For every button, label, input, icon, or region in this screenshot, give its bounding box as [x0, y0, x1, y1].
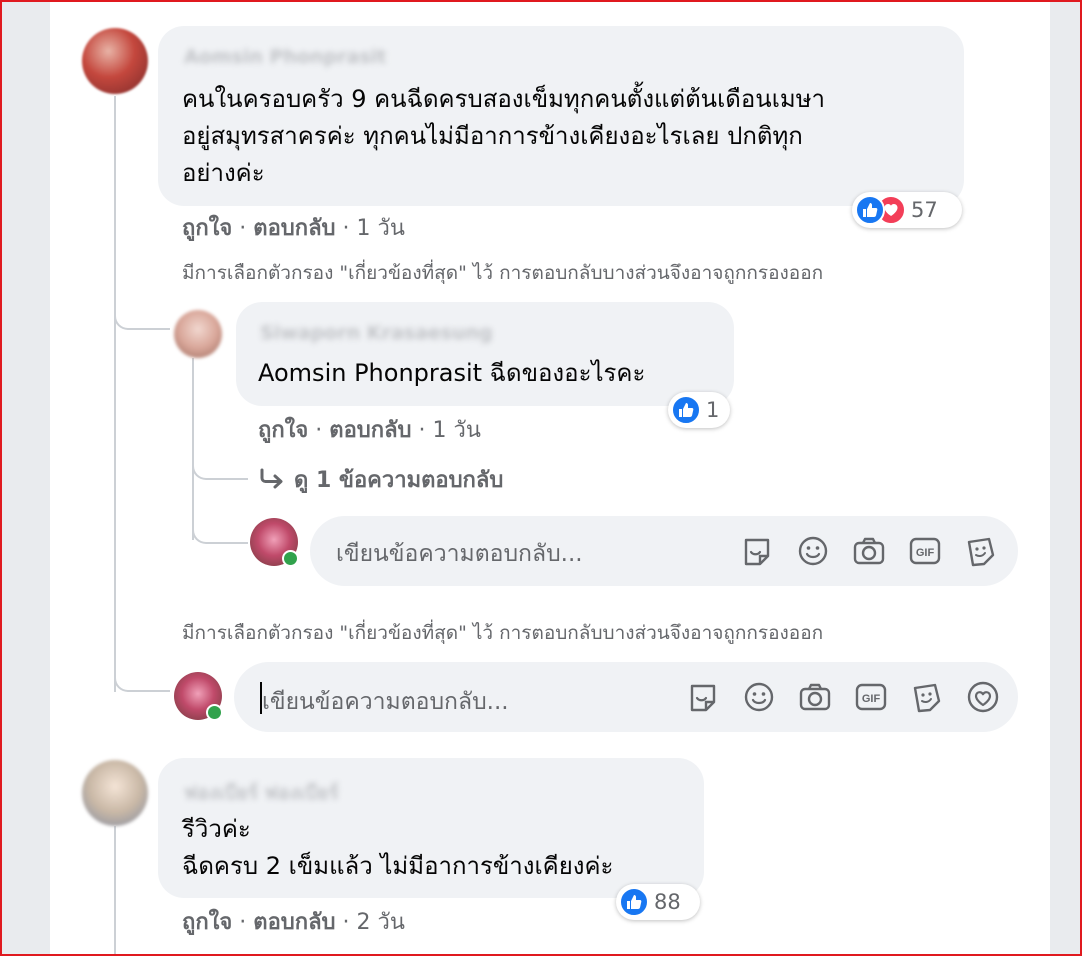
reply-thread-curve — [192, 500, 248, 544]
reaction-summary[interactable]: 88 — [616, 884, 700, 920]
comment-text-line: ฉีดครบ 2 เข็มแล้ว ไม่มีอาการข้างเคียงค่ะ — [182, 852, 614, 880]
gif-icon[interactable]: GIF — [854, 680, 888, 714]
comment-text-line: อย่างค่ะ — [182, 159, 265, 187]
filter-note: มีการเลือกตัวกรอง "เกี่ยวข้องที่สุด" ไว้… — [182, 262, 824, 284]
reaction-summary[interactable]: 57 — [852, 192, 962, 228]
sticker-icon[interactable] — [740, 534, 774, 568]
comment-reply-input-placeholder: เขียนข้อความตอบกลับ... — [262, 689, 509, 715]
reply-arrow-icon — [260, 468, 283, 489]
reply-actions: ถูกใจ · ตอบกลับ · 1 วัน — [258, 418, 481, 443]
like-link[interactable]: ถูกใจ — [258, 418, 308, 443]
camera-icon[interactable] — [798, 680, 832, 714]
next-thread-line — [114, 826, 116, 956]
comment-time[interactable]: 2 วัน — [357, 910, 405, 935]
comment-text-line: คนในครอบครัว 9 คนฉีดครบสองเข็มทุกคนตั้งแ… — [182, 85, 826, 113]
like-link[interactable]: ถูกใจ — [182, 910, 232, 935]
reply-author[interactable]: Siwaporn Krasaesung — [260, 322, 493, 344]
view-replies-link[interactable]: ดู 1 ข้อความตอบกลับ — [258, 462, 503, 497]
emoji-icon[interactable] — [796, 534, 830, 568]
online-indicator — [206, 704, 223, 721]
filter-note: มีการเลือกตัวกรอง "เกี่ยวข้องที่สุด" ไว้… — [182, 622, 824, 644]
like-reaction-icon — [855, 195, 885, 225]
thread-line — [114, 96, 116, 692]
comment-author[interactable]: ฟองเบียร์ ฟองเบียร์ — [184, 778, 339, 808]
comment-actions: ถูกใจ · ตอบกลับ · 2 วัน — [182, 910, 405, 935]
reply-link[interactable]: ตอบกลับ — [253, 216, 335, 241]
reply-time[interactable]: 1 วัน — [433, 418, 481, 443]
avatar[interactable] — [82, 28, 148, 94]
reply-thread-curve — [192, 440, 248, 480]
emoji-icon[interactable] — [742, 680, 776, 714]
reply-link[interactable]: ตอบกลับ — [329, 418, 411, 443]
reply-mention[interactable]: Aomsin Phonprasit — [258, 359, 482, 387]
like-reaction-icon — [671, 395, 701, 425]
reply-link[interactable]: ตอบกลับ — [253, 910, 335, 935]
gif-icon[interactable]: GIF — [908, 534, 942, 568]
sticker-icon[interactable] — [686, 680, 720, 714]
comment-actions: ถูกใจ · ตอบกลับ · 1 วัน — [182, 216, 405, 241]
avatar[interactable] — [174, 310, 222, 358]
reaction-count: 1 — [706, 398, 720, 422]
reaction-count: 88 — [654, 890, 681, 914]
like-link[interactable]: ถูกใจ — [182, 216, 232, 241]
thread-line-curve — [114, 652, 170, 692]
reaction-count: 57 — [911, 198, 938, 222]
like-reaction-icon — [619, 887, 649, 917]
comment-author[interactable]: Aomsin Phonprasit — [184, 46, 386, 68]
comment-time[interactable]: 1 วัน — [357, 216, 405, 241]
svg-text:GIF: GIF — [862, 693, 881, 705]
svg-text:GIF: GIF — [916, 547, 935, 559]
avatar-sticker-icon[interactable] — [964, 534, 998, 568]
camera-icon[interactable] — [852, 534, 886, 568]
heart-sticker-icon[interactable] — [966, 680, 1000, 714]
thread-line-curve — [114, 290, 170, 330]
online-indicator — [282, 550, 299, 567]
comment-text-line: รีวิวค่ะ — [182, 815, 251, 843]
reply-text: Aomsin Phonprasit ฉีดของอะไรคะ — [258, 354, 645, 392]
comment-text-line: อยู่สมุทรสาครค่ะ ทุกคนไม่มีอาการข้างเคีย… — [182, 122, 803, 150]
avatar-sticker-icon[interactable] — [910, 680, 944, 714]
avatar[interactable] — [82, 760, 148, 826]
reply-body: ฉีดของอะไรคะ — [482, 359, 646, 387]
reaction-summary[interactable]: 1 — [668, 392, 730, 428]
reply-input-placeholder: เขียนข้อความตอบกลับ... — [336, 541, 583, 567]
